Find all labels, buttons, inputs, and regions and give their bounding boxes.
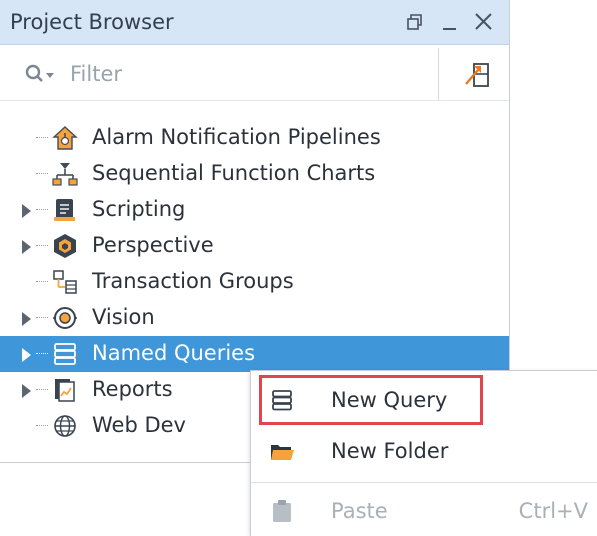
close-icon[interactable] bbox=[470, 8, 498, 36]
expand-arrow-icon[interactable] bbox=[22, 347, 32, 362]
tree-item-label: Vision bbox=[92, 305, 155, 329]
menu-item-label: Paste bbox=[331, 499, 388, 523]
named-queries-icon bbox=[52, 341, 78, 367]
tree-item-label: Alarm Notification Pipelines bbox=[92, 125, 381, 149]
minimize-icon[interactable] bbox=[436, 8, 464, 36]
locate-in-tree-icon bbox=[465, 63, 489, 87]
tree-item-sequential-function-charts[interactable]: Sequential Function Charts bbox=[0, 156, 509, 192]
tree-connector bbox=[36, 317, 48, 318]
menu-item-new-folder[interactable]: New Folder bbox=[251, 426, 597, 476]
tree-connector bbox=[36, 281, 48, 282]
clipboard-icon bbox=[269, 498, 295, 524]
expand-arrow-icon[interactable] bbox=[22, 383, 32, 398]
filter-divider bbox=[0, 100, 509, 101]
folder-icon bbox=[269, 438, 295, 464]
expand-arrow-icon[interactable] bbox=[22, 311, 32, 326]
panel-title-bar[interactable]: Project Browser bbox=[0, 0, 509, 45]
tree-connector bbox=[36, 245, 48, 246]
tree-connector bbox=[36, 389, 48, 390]
tree-item-scripting[interactable]: Scripting bbox=[0, 192, 509, 228]
perspective-icon bbox=[52, 233, 78, 259]
expand-arrow-icon[interactable] bbox=[22, 239, 32, 254]
reports-icon bbox=[52, 377, 78, 403]
tree-item-transaction-groups[interactable]: Transaction Groups bbox=[0, 264, 509, 300]
tree-item-label: Named Queries bbox=[92, 341, 256, 365]
tree-item-named-queries[interactable]: Named Queries bbox=[0, 336, 509, 372]
tree-connector bbox=[36, 425, 48, 426]
menu-item-shortcut: Ctrl+V bbox=[518, 499, 588, 523]
restore-icon[interactable] bbox=[400, 8, 428, 36]
alarm-pipeline-icon bbox=[52, 125, 78, 151]
tree-item-label: Transaction Groups bbox=[92, 269, 294, 293]
expand-arrow-icon[interactable] bbox=[22, 203, 32, 218]
tree-item-label: Sequential Function Charts bbox=[92, 161, 376, 185]
tree-connector bbox=[36, 137, 48, 138]
context-menu: New Query New Folder Paste Ctrl+V bbox=[250, 370, 597, 536]
menu-separator bbox=[251, 482, 597, 483]
tree-connector bbox=[36, 173, 48, 174]
search-dropdown-icon[interactable] bbox=[24, 62, 64, 86]
web-dev-icon bbox=[52, 413, 78, 439]
sfc-icon bbox=[52, 161, 78, 187]
scripting-icon bbox=[52, 197, 78, 223]
menu-item-label: New Folder bbox=[331, 439, 449, 463]
transaction-groups-icon bbox=[52, 269, 78, 295]
locate-in-tree-button[interactable] bbox=[458, 58, 498, 94]
tree-item-label: Scripting bbox=[92, 197, 186, 221]
panel-title: Project Browser bbox=[10, 10, 174, 34]
tree-connector bbox=[36, 353, 48, 354]
vision-icon bbox=[52, 305, 78, 331]
tree-connector bbox=[36, 209, 48, 210]
menu-item-paste[interactable]: Paste Ctrl+V bbox=[251, 486, 597, 536]
tree-item-alarm-notification-pipelines[interactable]: Alarm Notification Pipelines bbox=[0, 120, 509, 156]
highlight-outline bbox=[259, 375, 483, 425]
tree-item-label: Web Dev bbox=[92, 413, 186, 437]
tree-item-label: Perspective bbox=[92, 233, 214, 257]
tree-item-label: Reports bbox=[92, 377, 173, 401]
tree-item-vision[interactable]: Vision bbox=[0, 300, 509, 336]
filter-input[interactable] bbox=[70, 60, 420, 88]
filter-field[interactable] bbox=[0, 48, 439, 101]
tree-item-perspective[interactable]: Perspective bbox=[0, 228, 509, 264]
